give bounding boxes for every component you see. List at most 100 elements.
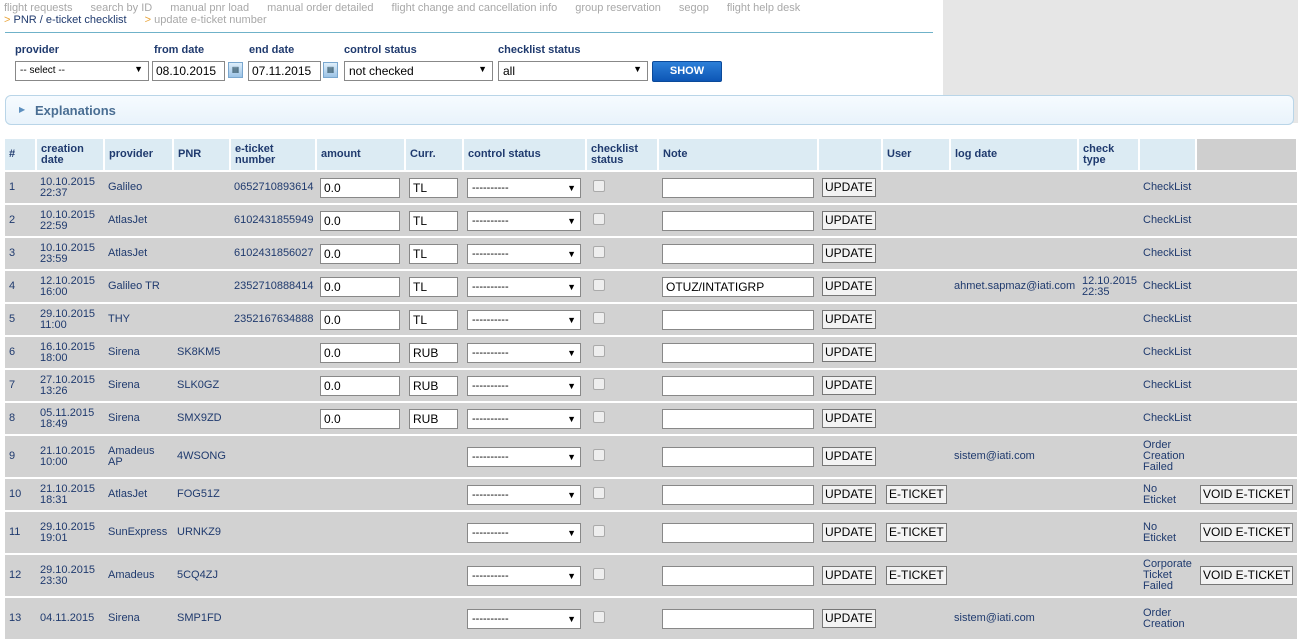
- checklist-checkbox[interactable]: [593, 312, 605, 324]
- currency-input[interactable]: TL: [409, 309, 458, 330]
- note-input[interactable]: [662, 608, 814, 629]
- control-status-select[interactable]: ---------- ▼: [467, 177, 581, 198]
- control-status-select[interactable]: ---------- ▼: [467, 243, 581, 264]
- check-type-link[interactable]: CheckList: [1143, 313, 1191, 325]
- nav-link[interactable]: > update e-ticket number: [145, 14, 267, 26]
- check-type-link[interactable]: Order Creation Failed: [1143, 439, 1185, 473]
- nav-link[interactable]: manual pnr load: [170, 2, 249, 14]
- control-status-select[interactable]: ---------- ▼: [467, 342, 581, 363]
- end-date-input[interactable]: 07.11.2015: [248, 61, 321, 81]
- check-type-link[interactable]: CheckList: [1143, 346, 1191, 358]
- update-button[interactable]: UPDATE: [822, 178, 876, 197]
- nav-link[interactable]: flight change and cancellation info: [392, 2, 558, 14]
- amount-input[interactable]: 0.0: [320, 243, 400, 264]
- control-status-select[interactable]: not checked ▼: [344, 61, 493, 81]
- checklist-checkbox[interactable]: [593, 246, 605, 258]
- control-status-select[interactable]: ---------- ▼: [467, 375, 581, 396]
- control-status-select[interactable]: ---------- ▼: [467, 309, 581, 330]
- amount-input[interactable]: 0.0: [320, 309, 400, 330]
- update-button[interactable]: UPDATE: [822, 447, 876, 466]
- note-input[interactable]: [662, 210, 814, 231]
- amount-input[interactable]: 0.0: [320, 342, 400, 363]
- control-status-select[interactable]: ---------- ▼: [467, 608, 581, 629]
- calendar-icon[interactable]: ▦: [228, 62, 243, 78]
- currency-input[interactable]: TL: [409, 276, 458, 297]
- note-input[interactable]: [662, 522, 814, 543]
- amount-input[interactable]: 0.0: [320, 210, 400, 231]
- update-button[interactable]: UPDATE: [822, 211, 876, 230]
- calendar-icon[interactable]: ▦: [323, 62, 338, 78]
- currency-input[interactable]: TL: [409, 210, 458, 231]
- amount-input[interactable]: 0.0: [320, 276, 400, 297]
- amount-input[interactable]: 0.0: [320, 177, 400, 198]
- checklist-checkbox[interactable]: [593, 487, 605, 499]
- nav-link[interactable]: group reservation: [575, 2, 661, 14]
- checklist-checkbox[interactable]: [593, 279, 605, 291]
- eticket-button[interactable]: E-TICKET: [886, 485, 947, 504]
- check-type-link[interactable]: No Eticket: [1143, 521, 1176, 544]
- checklist-checkbox[interactable]: [593, 378, 605, 390]
- update-button[interactable]: UPDATE: [822, 376, 876, 395]
- note-input[interactable]: [662, 342, 814, 363]
- control-status-select[interactable]: ---------- ▼: [467, 276, 581, 297]
- currency-input[interactable]: TL: [409, 243, 458, 264]
- eticket-button[interactable]: E-TICKET: [886, 523, 947, 542]
- control-status-select[interactable]: ---------- ▼: [467, 408, 581, 429]
- update-button[interactable]: UPDATE: [822, 244, 876, 263]
- checklist-checkbox[interactable]: [593, 411, 605, 423]
- eticket-button[interactable]: E-TICKET: [886, 566, 947, 585]
- update-button[interactable]: UPDATE: [822, 485, 876, 504]
- explanations-panel[interactable]: ▶ Explanations: [5, 95, 1294, 125]
- control-status-select[interactable]: ---------- ▼: [467, 522, 581, 543]
- check-type-link[interactable]: Corporate Ticket Failed: [1143, 558, 1192, 592]
- note-input[interactable]: OTUZ/INTATIGRP: [662, 276, 814, 297]
- check-type-link[interactable]: CheckList: [1143, 412, 1191, 424]
- nav-link[interactable]: flight help desk: [727, 2, 800, 14]
- amount-input[interactable]: 0.0: [320, 408, 400, 429]
- void-eticket-button[interactable]: VOID E-TICKET: [1200, 566, 1294, 585]
- nav-link[interactable]: flight requests: [4, 2, 72, 14]
- update-button[interactable]: UPDATE: [822, 310, 876, 329]
- check-type-link[interactable]: No Eticket: [1143, 483, 1176, 506]
- note-input[interactable]: [662, 484, 814, 505]
- nav-link[interactable]: segop: [679, 2, 709, 14]
- check-type-link[interactable]: CheckList: [1143, 214, 1191, 226]
- note-input[interactable]: [662, 177, 814, 198]
- checklist-status-select[interactable]: all ▼: [498, 61, 648, 81]
- control-status-select[interactable]: ---------- ▼: [467, 565, 581, 586]
- from-date-input[interactable]: 08.10.2015: [152, 61, 225, 81]
- update-button[interactable]: UPDATE: [822, 523, 876, 542]
- check-type-link[interactable]: CheckList: [1143, 247, 1191, 259]
- control-status-select[interactable]: ---------- ▼: [467, 446, 581, 467]
- currency-input[interactable]: RUB: [409, 375, 458, 396]
- update-button[interactable]: UPDATE: [822, 566, 876, 585]
- check-type-link[interactable]: Order Creation: [1143, 607, 1185, 630]
- nav-link[interactable]: search by ID: [90, 2, 152, 14]
- checklist-checkbox[interactable]: [593, 449, 605, 461]
- checklist-checkbox[interactable]: [593, 525, 605, 537]
- show-button[interactable]: SHOW: [652, 61, 722, 82]
- control-status-select[interactable]: ---------- ▼: [467, 484, 581, 505]
- note-input[interactable]: [662, 243, 814, 264]
- note-input[interactable]: [662, 565, 814, 586]
- void-eticket-button[interactable]: VOID E-TICKET: [1200, 523, 1294, 542]
- amount-input[interactable]: 0.0: [320, 375, 400, 396]
- void-eticket-button[interactable]: VOID E-TICKET: [1200, 485, 1294, 504]
- note-input[interactable]: [662, 309, 814, 330]
- checklist-checkbox[interactable]: [593, 568, 605, 580]
- update-button[interactable]: UPDATE: [822, 343, 876, 362]
- update-button[interactable]: UPDATE: [822, 409, 876, 428]
- control-status-select[interactable]: ---------- ▼: [467, 210, 581, 231]
- note-input[interactable]: [662, 408, 814, 429]
- currency-input[interactable]: TL: [409, 177, 458, 198]
- update-button[interactable]: UPDATE: [822, 277, 876, 296]
- nav-link[interactable]: > PNR / e-ticket checklist: [4, 14, 127, 26]
- checklist-checkbox[interactable]: [593, 345, 605, 357]
- note-input[interactable]: [662, 446, 814, 467]
- check-type-link[interactable]: CheckList: [1143, 280, 1191, 292]
- checklist-checkbox[interactable]: [593, 180, 605, 192]
- update-button[interactable]: UPDATE: [822, 609, 876, 628]
- nav-link[interactable]: manual order detailed: [267, 2, 373, 14]
- check-type-link[interactable]: CheckList: [1143, 181, 1191, 193]
- checklist-checkbox[interactable]: [593, 213, 605, 225]
